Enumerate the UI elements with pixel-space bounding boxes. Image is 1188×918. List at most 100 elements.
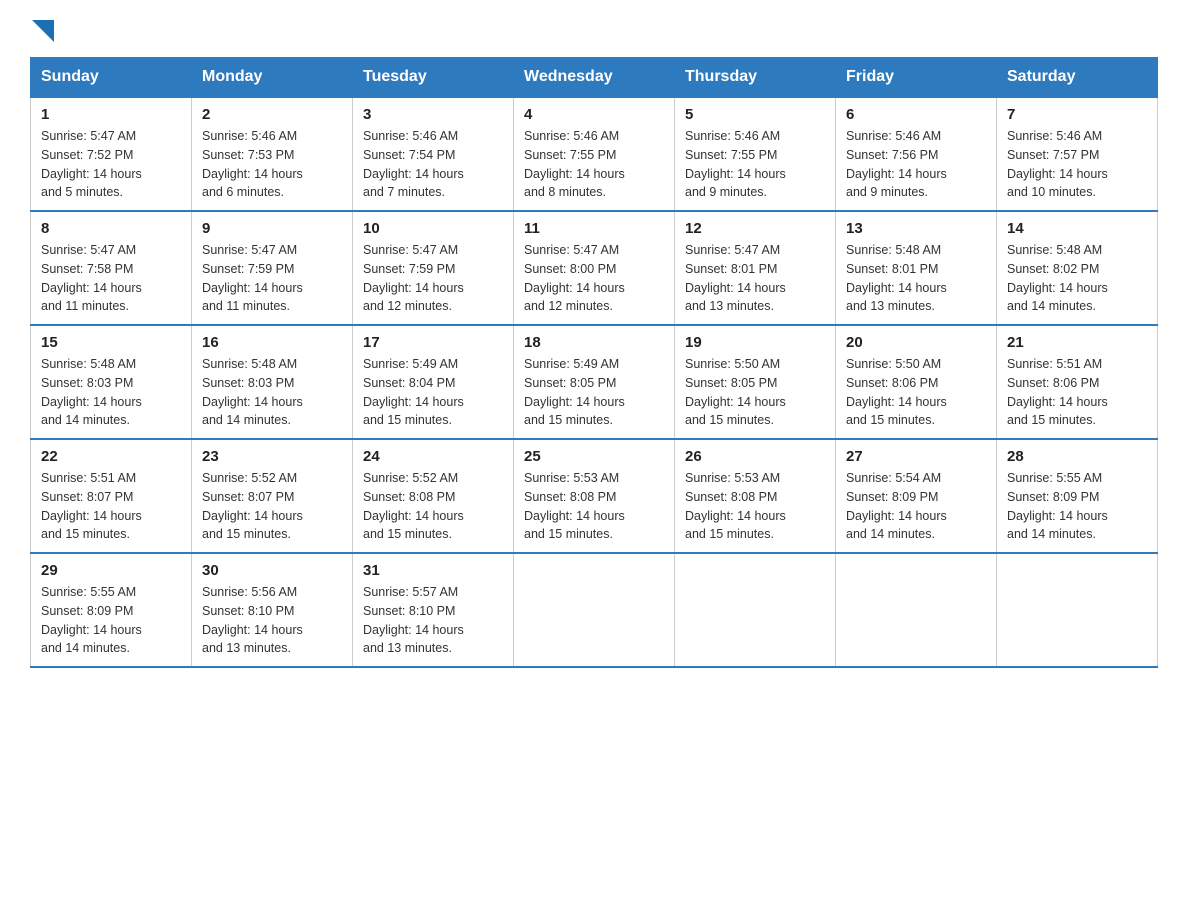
calendar-day-cell: 3 Sunrise: 5:46 AM Sunset: 7:54 PM Dayli… xyxy=(353,97,514,211)
weekday-header-friday: Friday xyxy=(836,58,997,98)
day-info: Sunrise: 5:47 AM Sunset: 8:01 PM Dayligh… xyxy=(685,241,825,316)
day-number: 9 xyxy=(202,220,342,237)
day-info: Sunrise: 5:53 AM Sunset: 8:08 PM Dayligh… xyxy=(685,469,825,544)
day-number: 11 xyxy=(524,220,664,237)
calendar-week-row: 29 Sunrise: 5:55 AM Sunset: 8:09 PM Dayl… xyxy=(31,553,1158,667)
day-number: 2 xyxy=(202,106,342,123)
day-number: 30 xyxy=(202,562,342,579)
day-number: 31 xyxy=(363,562,503,579)
day-info: Sunrise: 5:46 AM Sunset: 7:54 PM Dayligh… xyxy=(363,127,503,202)
day-number: 14 xyxy=(1007,220,1147,237)
day-info: Sunrise: 5:46 AM Sunset: 7:55 PM Dayligh… xyxy=(685,127,825,202)
calendar-day-cell: 5 Sunrise: 5:46 AM Sunset: 7:55 PM Dayli… xyxy=(675,97,836,211)
calendar-day-cell: 18 Sunrise: 5:49 AM Sunset: 8:05 PM Dayl… xyxy=(514,325,675,439)
weekday-header-monday: Monday xyxy=(192,58,353,98)
calendar-day-cell: 22 Sunrise: 5:51 AM Sunset: 8:07 PM Dayl… xyxy=(31,439,192,553)
day-info: Sunrise: 5:46 AM Sunset: 7:57 PM Dayligh… xyxy=(1007,127,1147,202)
calendar-day-cell: 9 Sunrise: 5:47 AM Sunset: 7:59 PM Dayli… xyxy=(192,211,353,325)
day-info: Sunrise: 5:52 AM Sunset: 8:08 PM Dayligh… xyxy=(363,469,503,544)
calendar-day-cell: 25 Sunrise: 5:53 AM Sunset: 8:08 PM Dayl… xyxy=(514,439,675,553)
weekday-header-sunday: Sunday xyxy=(31,58,192,98)
day-number: 27 xyxy=(846,448,986,465)
day-info: Sunrise: 5:49 AM Sunset: 8:05 PM Dayligh… xyxy=(524,355,664,430)
day-info: Sunrise: 5:50 AM Sunset: 8:05 PM Dayligh… xyxy=(685,355,825,430)
calendar-day-cell: 30 Sunrise: 5:56 AM Sunset: 8:10 PM Dayl… xyxy=(192,553,353,667)
calendar-day-cell: 31 Sunrise: 5:57 AM Sunset: 8:10 PM Dayl… xyxy=(353,553,514,667)
day-number: 20 xyxy=(846,334,986,351)
calendar-day-cell xyxy=(997,553,1158,667)
day-number: 8 xyxy=(41,220,181,237)
day-info: Sunrise: 5:47 AM Sunset: 7:52 PM Dayligh… xyxy=(41,127,181,202)
day-info: Sunrise: 5:46 AM Sunset: 7:56 PM Dayligh… xyxy=(846,127,986,202)
page-header xyxy=(30,20,1158,47)
day-info: Sunrise: 5:51 AM Sunset: 8:07 PM Dayligh… xyxy=(41,469,181,544)
calendar-day-cell: 12 Sunrise: 5:47 AM Sunset: 8:01 PM Dayl… xyxy=(675,211,836,325)
calendar-day-cell: 28 Sunrise: 5:55 AM Sunset: 8:09 PM Dayl… xyxy=(997,439,1158,553)
day-info: Sunrise: 5:55 AM Sunset: 8:09 PM Dayligh… xyxy=(41,583,181,658)
logo xyxy=(30,20,54,47)
weekday-header-row: SundayMondayTuesdayWednesdayThursdayFrid… xyxy=(31,58,1158,98)
weekday-header-tuesday: Tuesday xyxy=(353,58,514,98)
day-number: 15 xyxy=(41,334,181,351)
day-info: Sunrise: 5:52 AM Sunset: 8:07 PM Dayligh… xyxy=(202,469,342,544)
day-number: 28 xyxy=(1007,448,1147,465)
day-info: Sunrise: 5:46 AM Sunset: 7:53 PM Dayligh… xyxy=(202,127,342,202)
day-number: 25 xyxy=(524,448,664,465)
calendar-week-row: 8 Sunrise: 5:47 AM Sunset: 7:58 PM Dayli… xyxy=(31,211,1158,325)
calendar-day-cell: 21 Sunrise: 5:51 AM Sunset: 8:06 PM Dayl… xyxy=(997,325,1158,439)
calendar-day-cell xyxy=(836,553,997,667)
calendar-day-cell: 27 Sunrise: 5:54 AM Sunset: 8:09 PM Dayl… xyxy=(836,439,997,553)
calendar-day-cell: 17 Sunrise: 5:49 AM Sunset: 8:04 PM Dayl… xyxy=(353,325,514,439)
day-number: 6 xyxy=(846,106,986,123)
day-info: Sunrise: 5:47 AM Sunset: 7:58 PM Dayligh… xyxy=(41,241,181,316)
day-info: Sunrise: 5:56 AM Sunset: 8:10 PM Dayligh… xyxy=(202,583,342,658)
day-info: Sunrise: 5:49 AM Sunset: 8:04 PM Dayligh… xyxy=(363,355,503,430)
calendar-day-cell: 16 Sunrise: 5:48 AM Sunset: 8:03 PM Dayl… xyxy=(192,325,353,439)
calendar-day-cell: 14 Sunrise: 5:48 AM Sunset: 8:02 PM Dayl… xyxy=(997,211,1158,325)
calendar-day-cell: 10 Sunrise: 5:47 AM Sunset: 7:59 PM Dayl… xyxy=(353,211,514,325)
day-info: Sunrise: 5:50 AM Sunset: 8:06 PM Dayligh… xyxy=(846,355,986,430)
day-info: Sunrise: 5:53 AM Sunset: 8:08 PM Dayligh… xyxy=(524,469,664,544)
calendar-day-cell: 6 Sunrise: 5:46 AM Sunset: 7:56 PM Dayli… xyxy=(836,97,997,211)
day-number: 24 xyxy=(363,448,503,465)
day-number: 29 xyxy=(41,562,181,579)
day-number: 12 xyxy=(685,220,825,237)
calendar-day-cell: 7 Sunrise: 5:46 AM Sunset: 7:57 PM Dayli… xyxy=(997,97,1158,211)
calendar-day-cell: 8 Sunrise: 5:47 AM Sunset: 7:58 PM Dayli… xyxy=(31,211,192,325)
day-number: 13 xyxy=(846,220,986,237)
calendar-day-cell xyxy=(514,553,675,667)
calendar-day-cell: 20 Sunrise: 5:50 AM Sunset: 8:06 PM Dayl… xyxy=(836,325,997,439)
day-number: 5 xyxy=(685,106,825,123)
calendar-week-row: 22 Sunrise: 5:51 AM Sunset: 8:07 PM Dayl… xyxy=(31,439,1158,553)
calendar-table: SundayMondayTuesdayWednesdayThursdayFrid… xyxy=(30,57,1158,668)
day-info: Sunrise: 5:55 AM Sunset: 8:09 PM Dayligh… xyxy=(1007,469,1147,544)
day-info: Sunrise: 5:47 AM Sunset: 7:59 PM Dayligh… xyxy=(202,241,342,316)
day-number: 16 xyxy=(202,334,342,351)
day-number: 19 xyxy=(685,334,825,351)
day-number: 3 xyxy=(363,106,503,123)
calendar-day-cell: 26 Sunrise: 5:53 AM Sunset: 8:08 PM Dayl… xyxy=(675,439,836,553)
day-info: Sunrise: 5:54 AM Sunset: 8:09 PM Dayligh… xyxy=(846,469,986,544)
calendar-day-cell xyxy=(675,553,836,667)
calendar-week-row: 1 Sunrise: 5:47 AM Sunset: 7:52 PM Dayli… xyxy=(31,97,1158,211)
calendar-day-cell: 11 Sunrise: 5:47 AM Sunset: 8:00 PM Dayl… xyxy=(514,211,675,325)
weekday-header-thursday: Thursday xyxy=(675,58,836,98)
day-info: Sunrise: 5:57 AM Sunset: 8:10 PM Dayligh… xyxy=(363,583,503,658)
day-number: 10 xyxy=(363,220,503,237)
weekday-header-wednesday: Wednesday xyxy=(514,58,675,98)
day-number: 7 xyxy=(1007,106,1147,123)
day-number: 21 xyxy=(1007,334,1147,351)
day-number: 22 xyxy=(41,448,181,465)
calendar-day-cell: 19 Sunrise: 5:50 AM Sunset: 8:05 PM Dayl… xyxy=(675,325,836,439)
weekday-header-saturday: Saturday xyxy=(997,58,1158,98)
calendar-day-cell: 15 Sunrise: 5:48 AM Sunset: 8:03 PM Dayl… xyxy=(31,325,192,439)
day-info: Sunrise: 5:51 AM Sunset: 8:06 PM Dayligh… xyxy=(1007,355,1147,430)
day-info: Sunrise: 5:47 AM Sunset: 8:00 PM Dayligh… xyxy=(524,241,664,316)
day-number: 26 xyxy=(685,448,825,465)
calendar-day-cell: 24 Sunrise: 5:52 AM Sunset: 8:08 PM Dayl… xyxy=(353,439,514,553)
calendar-day-cell: 13 Sunrise: 5:48 AM Sunset: 8:01 PM Dayl… xyxy=(836,211,997,325)
day-number: 1 xyxy=(41,106,181,123)
day-info: Sunrise: 5:48 AM Sunset: 8:03 PM Dayligh… xyxy=(202,355,342,430)
day-number: 18 xyxy=(524,334,664,351)
logo-triangle-icon xyxy=(32,20,54,42)
